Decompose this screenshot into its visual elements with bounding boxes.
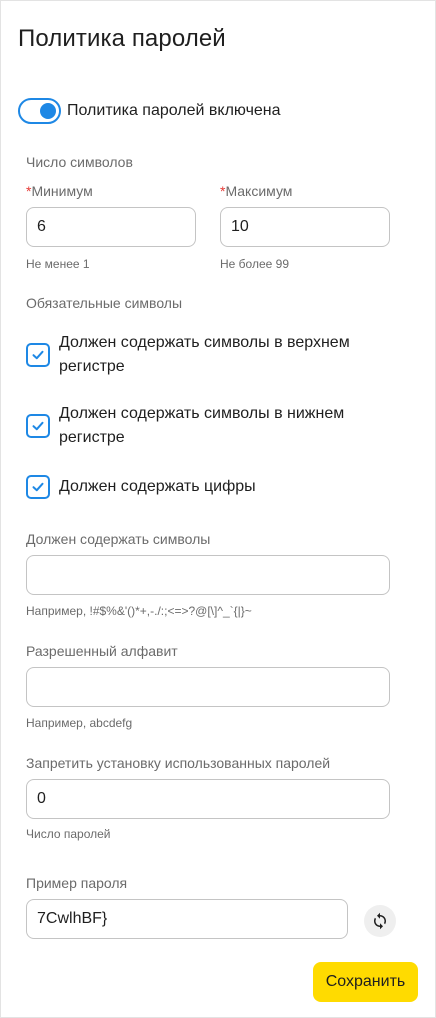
digits-check-label: Должен содержать цифры [59,478,256,495]
policy-toggle-row: Политика паролей включена [18,98,281,124]
check-icon [32,421,44,431]
must-contain-label: Должен содержать символы [26,531,211,547]
history-input[interactable] [26,779,390,819]
check-icon [32,350,44,360]
max-length-input[interactable] [220,207,390,247]
refresh-icon [374,912,386,930]
digits-checkbox[interactable] [26,475,50,499]
lowercase-check-label: Должен содержать символы в нижнем регист… [59,405,345,446]
lowercase-check-row[interactable]: Должен содержать символы в нижнем регист… [26,402,379,450]
min-label: *Минимум [26,183,93,199]
check-icon [32,482,44,492]
min-length-input[interactable] [26,207,196,247]
policy-enabled-label: Политика паролей включена [67,102,281,119]
digits-check-row[interactable]: Должен содержать цифры [26,475,379,499]
length-section-label: Число символов [26,154,133,170]
required-symbols-section-label: Обязательные символы [26,295,183,311]
alphabet-hint: Например, abcdefg [26,716,133,730]
example-password-input[interactable] [26,899,348,939]
history-label: Запретить установку использованных парол… [26,755,331,771]
refresh-button[interactable] [364,905,396,937]
must-contain-input[interactable] [26,555,390,595]
alphabet-label: Разрешенный алфавит [26,643,178,659]
save-button[interactable]: Сохранить [313,962,418,1002]
must-contain-hint: Например, !#$%&'()*+,-./:;<=>?@[\]^_`{|}… [26,604,252,618]
password-policy-panel: Политика паролей Политика паролей включе… [0,0,436,1018]
uppercase-check-row[interactable]: Должен содержать символы в верхнем регис… [26,331,379,379]
min-label-text: Минимум [31,183,93,199]
max-label: *Максимум [220,183,292,199]
policy-enabled-toggle[interactable] [18,98,61,124]
example-label: Пример пароля [26,875,128,891]
max-hint: Не более 99 [220,257,289,271]
max-label-text: Максимум [225,183,293,199]
alphabet-input[interactable] [26,667,390,707]
uppercase-check-label: Должен содержать символы в верхнем регис… [59,334,350,375]
toggle-knob [40,103,56,119]
page-title: Политика паролей [18,25,226,52]
min-hint: Не менее 1 [26,257,90,271]
lowercase-checkbox[interactable] [26,414,50,438]
history-hint: Число паролей [26,827,111,841]
uppercase-checkbox[interactable] [26,343,50,367]
